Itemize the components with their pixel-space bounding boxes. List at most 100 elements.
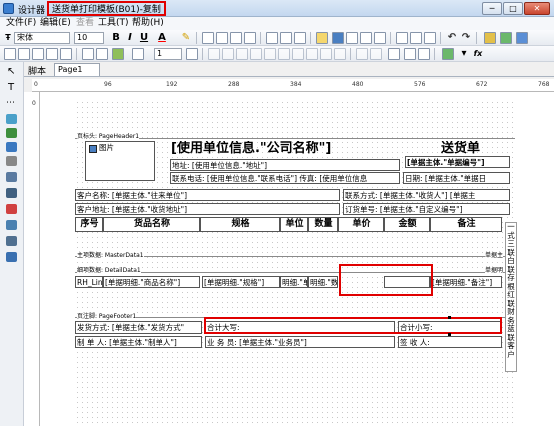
font-color-button[interactable]: A bbox=[156, 31, 168, 45]
save-icon[interactable] bbox=[332, 32, 344, 44]
spec-field[interactable]: [单据明细."规格"] bbox=[202, 276, 280, 288]
menu-help[interactable]: 帮助(H) bbox=[130, 17, 166, 30]
line-width-combo[interactable]: 1 bbox=[154, 48, 182, 60]
picture-box[interactable]: 图片 bbox=[85, 141, 155, 181]
tab-script[interactable]: 脚本 bbox=[28, 64, 46, 77]
frame-all-icon[interactable] bbox=[4, 48, 16, 60]
frame-shadow-icon[interactable] bbox=[96, 48, 108, 60]
unit-field[interactable]: 明细."单 bbox=[280, 276, 308, 288]
hand-icon[interactable]: T bbox=[8, 82, 14, 93]
italic-button[interactable]: I bbox=[124, 31, 136, 45]
same-width-icon[interactable] bbox=[356, 48, 368, 60]
send-back-icon[interactable]: ▾ bbox=[458, 47, 470, 61]
checkbox-tool-icon[interactable] bbox=[6, 220, 17, 230]
col-header[interactable]: 数量 bbox=[308, 217, 338, 232]
valign-top-icon[interactable] bbox=[266, 32, 278, 44]
product-field[interactable]: [单据明细."商品名称"] bbox=[103, 276, 200, 288]
band-page-header[interactable]: 页标头: PageHeader1 bbox=[77, 131, 140, 140]
tab-page1[interactable]: Page1 bbox=[54, 63, 100, 76]
memo-icon[interactable] bbox=[6, 114, 17, 124]
shape-icon[interactable] bbox=[6, 172, 17, 182]
menu-file[interactable]: 文件(F) bbox=[4, 17, 38, 30]
contact-field[interactable]: 联系方式: [单据主体."收货人"] [单据主 bbox=[343, 189, 510, 201]
pointer-icon[interactable]: ↖ bbox=[7, 66, 15, 77]
band-page-footer[interactable]: 页注脚: PageFooter1 bbox=[77, 311, 137, 320]
bill-no-field[interactable]: [单据主体."单据编号"] bbox=[405, 156, 510, 168]
paste-icon[interactable] bbox=[424, 32, 436, 44]
align-center-icon[interactable] bbox=[216, 32, 228, 44]
col-header[interactable]: 单位 bbox=[280, 217, 308, 232]
col-header[interactable]: 单价 bbox=[338, 217, 384, 232]
chart-icon[interactable] bbox=[388, 48, 400, 60]
copy-note[interactable]: 一式三联 白联存根 红联财务 蓝联客户 bbox=[505, 222, 517, 372]
print-preview-icon[interactable] bbox=[346, 32, 358, 44]
group-icon[interactable] bbox=[484, 32, 496, 44]
center-vert-icon[interactable] bbox=[334, 48, 346, 60]
customer-field[interactable]: 客户名称: [单据主体."往来单位"] bbox=[75, 189, 340, 201]
align-left-icon[interactable] bbox=[202, 32, 214, 44]
qty-field[interactable]: 明细."数 bbox=[308, 276, 338, 288]
align-rights-icon[interactable] bbox=[236, 48, 248, 60]
band-icon[interactable] bbox=[6, 142, 17, 152]
font-name-combo[interactable]: 宋体 bbox=[14, 32, 70, 44]
align-lefts-icon[interactable] bbox=[208, 48, 220, 60]
frame-none-icon[interactable] bbox=[18, 48, 30, 60]
col-header[interactable]: 规格 bbox=[200, 217, 280, 232]
subreport-icon[interactable] bbox=[6, 156, 17, 166]
resize-handle[interactable] bbox=[448, 333, 451, 336]
frame-left-icon[interactable] bbox=[32, 48, 44, 60]
valign-bottom-icon[interactable] bbox=[294, 32, 306, 44]
menu-tools[interactable]: 工具(T) bbox=[96, 17, 131, 30]
print-icon[interactable] bbox=[360, 32, 372, 44]
bring-front-icon[interactable] bbox=[442, 48, 454, 60]
col-header[interactable]: 金额 bbox=[384, 217, 430, 232]
undo-icon[interactable]: ↶ bbox=[446, 31, 458, 45]
phone-field[interactable]: 联系电话: [使用单位信息."联系电话"] 传真: [使用单位信息 bbox=[170, 172, 400, 184]
align-middles-icon[interactable] bbox=[264, 48, 276, 60]
maximize-button[interactable]: □ bbox=[503, 2, 523, 15]
space-horiz-icon[interactable] bbox=[292, 48, 304, 60]
customer-address-field[interactable]: 客户地址: [单据主体."收货地址"] bbox=[75, 203, 340, 215]
ship-method-field[interactable]: 发货方式: [单据主体."发货方式" bbox=[75, 321, 202, 334]
col-header[interactable]: 序号 bbox=[75, 217, 103, 232]
valign-middle-icon[interactable] bbox=[280, 32, 292, 44]
space-vert-icon[interactable] bbox=[306, 48, 318, 60]
chart-tool-icon[interactable] bbox=[6, 204, 17, 214]
center-horiz-icon[interactable] bbox=[320, 48, 332, 60]
resize-handle[interactable] bbox=[448, 316, 451, 319]
richtext-icon[interactable] bbox=[6, 252, 17, 262]
fx-button[interactable]: fx bbox=[472, 47, 484, 61]
menu-edit[interactable]: 编辑(E) bbox=[38, 17, 73, 30]
frame-top-icon[interactable] bbox=[60, 48, 72, 60]
new-icon[interactable] bbox=[316, 32, 328, 44]
align-grid-icon[interactable] bbox=[404, 48, 416, 60]
align-centers-icon[interactable] bbox=[222, 48, 234, 60]
highlight-icon[interactable]: ✎ bbox=[180, 31, 192, 45]
address-field[interactable]: 地址: [使用单位信息."地址"] bbox=[170, 159, 400, 171]
fill-color-icon[interactable] bbox=[112, 48, 124, 60]
cut-icon[interactable] bbox=[396, 32, 408, 44]
date-field[interactable]: 日期: [单据主体."单据日 bbox=[403, 172, 510, 184]
line-style-icon[interactable] bbox=[186, 48, 198, 60]
underline-button[interactable]: U bbox=[138, 31, 150, 45]
align-bottoms-icon[interactable] bbox=[278, 48, 290, 60]
close-button[interactable]: ✕ bbox=[524, 2, 550, 15]
zoom-tool-icon[interactable]: ⋯ bbox=[6, 98, 15, 108]
barcode-icon[interactable] bbox=[6, 188, 17, 198]
copy-icon[interactable] bbox=[410, 32, 422, 44]
ungroup-icon[interactable] bbox=[500, 32, 512, 44]
same-height-icon[interactable] bbox=[370, 48, 382, 60]
frame-bottom-icon[interactable] bbox=[82, 48, 94, 60]
align-tops-icon[interactable] bbox=[250, 48, 262, 60]
minimize-button[interactable]: ─ bbox=[482, 2, 502, 15]
line-tool-icon[interactable] bbox=[6, 236, 17, 246]
bold-button[interactable]: B bbox=[110, 31, 122, 45]
order-no-field[interactable]: 订货单号: [单据主体."自定义编号"] bbox=[343, 203, 510, 215]
band-detail-data[interactable]: 细项数据: DetailData1 bbox=[77, 265, 141, 274]
align-justify-icon[interactable] bbox=[244, 32, 256, 44]
align-right-icon[interactable] bbox=[230, 32, 242, 44]
doc-name-field[interactable]: 送货单 bbox=[410, 141, 510, 157]
maker-field[interactable]: 制 单 人: [单据主体."制单人"] bbox=[75, 336, 202, 348]
band-master-data[interactable]: 主项数据: MasterData1 bbox=[77, 250, 144, 259]
zoom-icon[interactable] bbox=[374, 32, 386, 44]
